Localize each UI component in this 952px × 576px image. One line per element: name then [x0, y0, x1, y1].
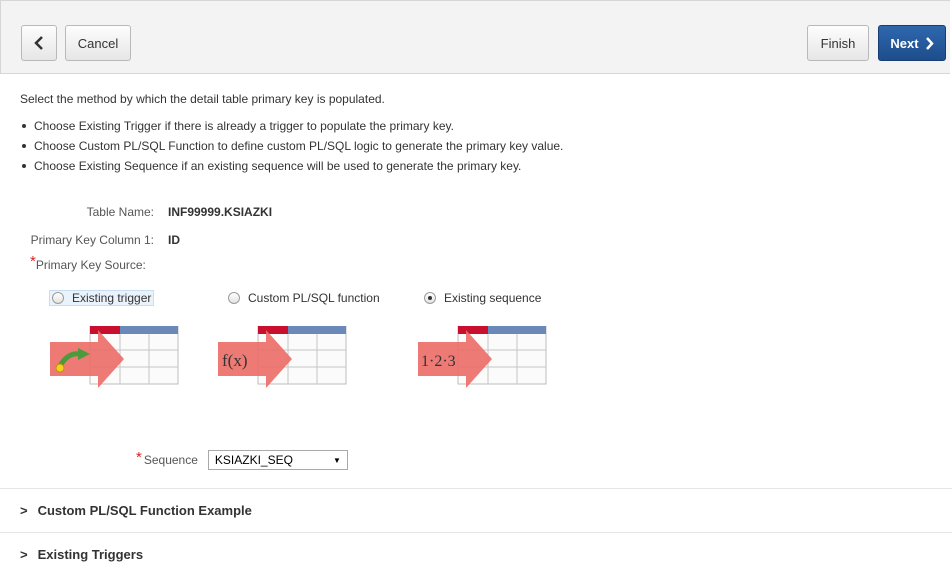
caret-down-icon: ▼	[332, 455, 341, 465]
finish-button[interactable]: Finish	[807, 25, 869, 61]
radio-existing-sequence[interactable]: Existing sequence	[424, 291, 541, 305]
chevron-right-icon: >	[20, 547, 28, 562]
sequence-row: * Sequence KSIAZKI_SEQ ▼	[136, 448, 348, 470]
list-item: Choose Custom PL/SQL Function to define …	[20, 136, 563, 156]
wizard-toolbar: Cancel Finish Next	[0, 0, 950, 74]
next-button[interactable]: Next	[878, 25, 946, 61]
chevron-left-icon	[34, 36, 43, 50]
instruction-list: Choose Existing Trigger if there is alre…	[20, 116, 563, 176]
radio-button-checked[interactable]	[424, 292, 436, 304]
radio-custom-function[interactable]: Custom PL/SQL function	[228, 291, 380, 305]
sequence-select-value: KSIAZKI_SEQ	[214, 453, 293, 467]
region-title: Existing Triggers	[37, 547, 144, 562]
sequence-glyph: 1·2·3	[421, 353, 456, 370]
radio-button[interactable]	[52, 292, 64, 304]
next-button-label: Next	[890, 35, 919, 51]
sequence-select[interactable]: KSIAZKI_SEQ ▼	[207, 450, 348, 470]
required-marker: *	[30, 253, 36, 270]
fx-glyph: f(x)	[222, 351, 247, 370]
cancel-button[interactable]: Cancel	[65, 25, 131, 61]
region-title: Custom PL/SQL Function Example	[37, 503, 252, 518]
radio-label: Custom PL/SQL function	[248, 291, 380, 305]
pk-source-label-text: Primary Key Source:	[35, 258, 146, 272]
chevron-right-icon	[925, 36, 934, 50]
chevron-right-icon: >	[20, 503, 28, 518]
existing-sequence-illustration[interactable]: 1·2·3	[418, 326, 558, 390]
intro-text: Select the method by which the detail ta…	[20, 92, 385, 106]
radio-button[interactable]	[228, 292, 240, 304]
radio-label: Existing sequence	[444, 291, 542, 305]
required-marker: *	[136, 448, 142, 466]
radio-label: Existing trigger	[72, 291, 152, 305]
pk-column-label: Primary Key Column 1:	[30, 233, 154, 247]
table-name-value: INF99999.KSIAZKI	[168, 205, 273, 219]
table-name-label: Table Name:	[86, 205, 154, 219]
list-item: Choose Existing Sequence if an existing …	[20, 156, 563, 176]
pk-column-value: ID	[168, 233, 180, 247]
sequence-label: Sequence	[143, 453, 198, 467]
region-custom-function-example[interactable]: > Custom PL/SQL Function Example	[0, 488, 952, 532]
pk-source-label: *Primary Key Source:	[30, 253, 146, 273]
custom-function-illustration[interactable]: f(x)	[218, 326, 358, 390]
existing-trigger-illustration[interactable]	[50, 326, 190, 390]
list-item: Choose Existing Trigger if there is alre…	[20, 116, 563, 136]
radio-existing-trigger[interactable]: Existing trigger	[48, 290, 155, 306]
back-button[interactable]	[21, 25, 57, 61]
region-existing-triggers[interactable]: > Existing Triggers	[0, 532, 952, 576]
